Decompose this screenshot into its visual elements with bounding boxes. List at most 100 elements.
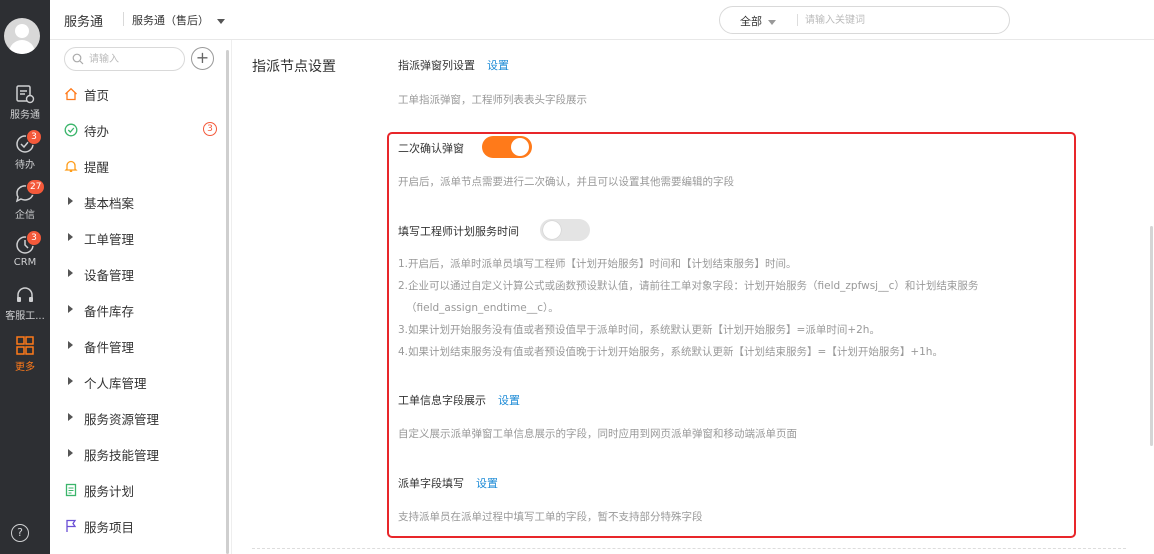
menu-item-reminder[interactable]: 提醒 xyxy=(64,156,224,176)
document-icon xyxy=(65,483,77,497)
expand-triangle-icon xyxy=(68,233,73,241)
menu-item-equipment[interactable]: 设备管理 xyxy=(64,264,224,284)
todo-badge: 3 xyxy=(26,129,42,145)
headset-icon xyxy=(17,287,33,302)
menu-item-service-plan[interactable]: 服务计划 xyxy=(64,480,224,500)
note-line: 1.开启后，派单时派单员填写工程师【计划开始服务】时间和【计划结束服务】时间。 xyxy=(398,258,797,270)
chat-badge: 27 xyxy=(26,179,46,195)
todo-count-badge: 3 xyxy=(203,122,217,136)
menu-item-label: 待办 xyxy=(84,124,110,139)
plan-time-notes: 1.开启后，派单时派单员填写工程师【计划开始服务】时间和【计划结束服务】时间。 … xyxy=(398,253,978,363)
setting-title: 工单信息字段展示 xyxy=(398,394,486,407)
avatar-body-shape xyxy=(9,40,35,54)
expand-triangle-icon xyxy=(68,269,73,277)
expand-triangle-icon xyxy=(68,449,73,457)
dispatch-fields-settings-link[interactable]: 设置 xyxy=(476,477,498,490)
service-icon xyxy=(16,85,35,104)
note-line: （field_assign_endtime__c）。 xyxy=(406,302,559,314)
top-bar: 服务通 服务通（售后） 全部 xyxy=(50,0,1154,40)
menu-item-personal-stock[interactable]: 个人库管理 xyxy=(64,372,224,392)
rail-item-customer-service[interactable]: 客服工... xyxy=(0,285,50,322)
assign-popup-columns-row: 指派弹窗列设置 设置 xyxy=(398,57,509,73)
divider xyxy=(797,14,798,26)
setting-title: 填写工程师计划服务时间 xyxy=(398,225,519,238)
toggle-knob xyxy=(511,138,529,156)
menu-item-label: 首页 xyxy=(84,88,110,103)
menu-search xyxy=(64,47,185,71)
rail-item-crm[interactable]: 3 CRM xyxy=(0,230,50,268)
expand-triangle-icon xyxy=(68,197,73,205)
menu-item-service-items[interactable]: 服务项目 xyxy=(64,516,224,536)
menu-item-label: 服务资源管理 xyxy=(84,412,160,427)
rail-item-service[interactable]: 服务通 xyxy=(0,84,50,121)
expand-triangle-icon xyxy=(68,377,73,385)
expand-triangle-icon xyxy=(68,305,73,313)
app-switcher[interactable]: 服务通（售后） xyxy=(132,12,225,28)
chevron-down-icon xyxy=(768,19,776,25)
menu-item-work-orders[interactable]: 工单管理 xyxy=(64,228,224,248)
menu-search-input[interactable] xyxy=(89,52,179,66)
home-icon xyxy=(65,87,77,101)
plan-time-toggle[interactable] xyxy=(540,219,590,241)
setting-title: 派单字段填写 xyxy=(398,477,464,490)
assign-popup-columns-settings-link[interactable]: 设置 xyxy=(487,59,509,72)
menu-scrollbar[interactable] xyxy=(226,50,229,554)
app-switcher-label: 服务通（售后） xyxy=(132,14,209,27)
bell-icon xyxy=(64,160,78,172)
menu-item-label: 服务计划 xyxy=(84,484,135,499)
dispatch-fields-row: 派单字段填写 设置 xyxy=(398,475,498,491)
rail-label: 服务通 xyxy=(10,110,40,121)
user-avatar[interactable] xyxy=(4,18,40,54)
check-circle-icon xyxy=(64,123,78,137)
crm-badge: 3 xyxy=(26,230,42,246)
menu-item-label: 工单管理 xyxy=(84,232,135,247)
menu-item-service-resources[interactable]: 服务资源管理 xyxy=(64,408,224,428)
note-line: 4.如果计划结束服务没有值或者预设值晚于计划开始服务，系统默认更新【计划结束服务… xyxy=(398,346,943,358)
menu-item-spare-stock[interactable]: 备件库存 xyxy=(64,300,224,320)
rail-item-more[interactable]: 更多 xyxy=(0,336,50,373)
side-menu: + 首页 待办 3 提醒 基本档案 工单管理 设备管理 备件库存 备件 xyxy=(50,40,232,554)
menu-item-label: 服务项目 xyxy=(84,520,135,535)
menu-item-label: 基本档案 xyxy=(84,196,135,211)
rail-label: CRM xyxy=(13,257,37,268)
expand-triangle-icon xyxy=(68,341,73,349)
main-scrollbar[interactable] xyxy=(1150,226,1153,446)
order-info-fields-row: 工单信息字段展示 设置 xyxy=(398,392,520,408)
note-line: 2.企业可以通过自定义计算公式或函数预设默认值，请前往工单对象字段：计划开始服务… xyxy=(398,280,979,292)
app-title: 服务通 xyxy=(64,15,104,30)
rail-item-todo[interactable]: 3 待办 xyxy=(0,129,50,171)
divider xyxy=(123,12,124,26)
grid-icon xyxy=(16,336,34,355)
add-menu-button[interactable]: + xyxy=(191,47,214,70)
flag-icon xyxy=(66,519,77,532)
global-search: 全部 xyxy=(719,6,1010,34)
chevron-down-icon xyxy=(217,18,225,24)
app-rail: 服务通 3 待办 27 企信 3 CRM 客服工... 更多 ? xyxy=(0,0,50,554)
expand-triangle-icon xyxy=(68,413,73,421)
menu-item-spare-parts[interactable]: 备件管理 xyxy=(64,336,224,356)
menu-item-label: 备件管理 xyxy=(84,340,135,355)
setting-title: 指派弹窗列设置 xyxy=(398,59,475,72)
search-scope-label: 全部 xyxy=(740,15,762,28)
search-scope-select[interactable]: 全部 xyxy=(740,13,776,29)
search-input[interactable] xyxy=(805,12,995,28)
menu-item-home[interactable]: 首页 xyxy=(64,84,224,104)
menu-item-todo[interactable]: 待办 3 xyxy=(64,120,224,140)
note-line: 3.如果计划开始服务没有值或者预设值早于派单时间，系统默认更新【计划开始服务】=… xyxy=(398,324,880,336)
menu-item-label: 个人库管理 xyxy=(84,376,147,391)
setting-description: 支持派单员在派单过程中填写工单的字段，暂不支持部分特殊字段 xyxy=(398,511,703,523)
menu-item-service-skills[interactable]: 服务技能管理 xyxy=(64,444,224,464)
menu-item-label: 备件库存 xyxy=(84,304,135,319)
toggle-knob xyxy=(543,221,561,239)
second-confirm-toggle[interactable] xyxy=(482,136,532,158)
order-info-fields-settings-link[interactable]: 设置 xyxy=(498,394,520,407)
menu-item-basic-records[interactable]: 基本档案 xyxy=(64,192,224,212)
divider xyxy=(252,548,1126,549)
menu-item-label: 服务技能管理 xyxy=(84,448,160,463)
rail-label: 客服工... xyxy=(5,311,45,322)
search-icon xyxy=(72,53,84,65)
page-title: 指派节点设置 xyxy=(252,59,336,75)
rail-label: 更多 xyxy=(15,362,35,373)
rail-item-chat[interactable]: 27 企信 xyxy=(0,179,50,221)
help-icon[interactable]: ? xyxy=(11,524,29,542)
